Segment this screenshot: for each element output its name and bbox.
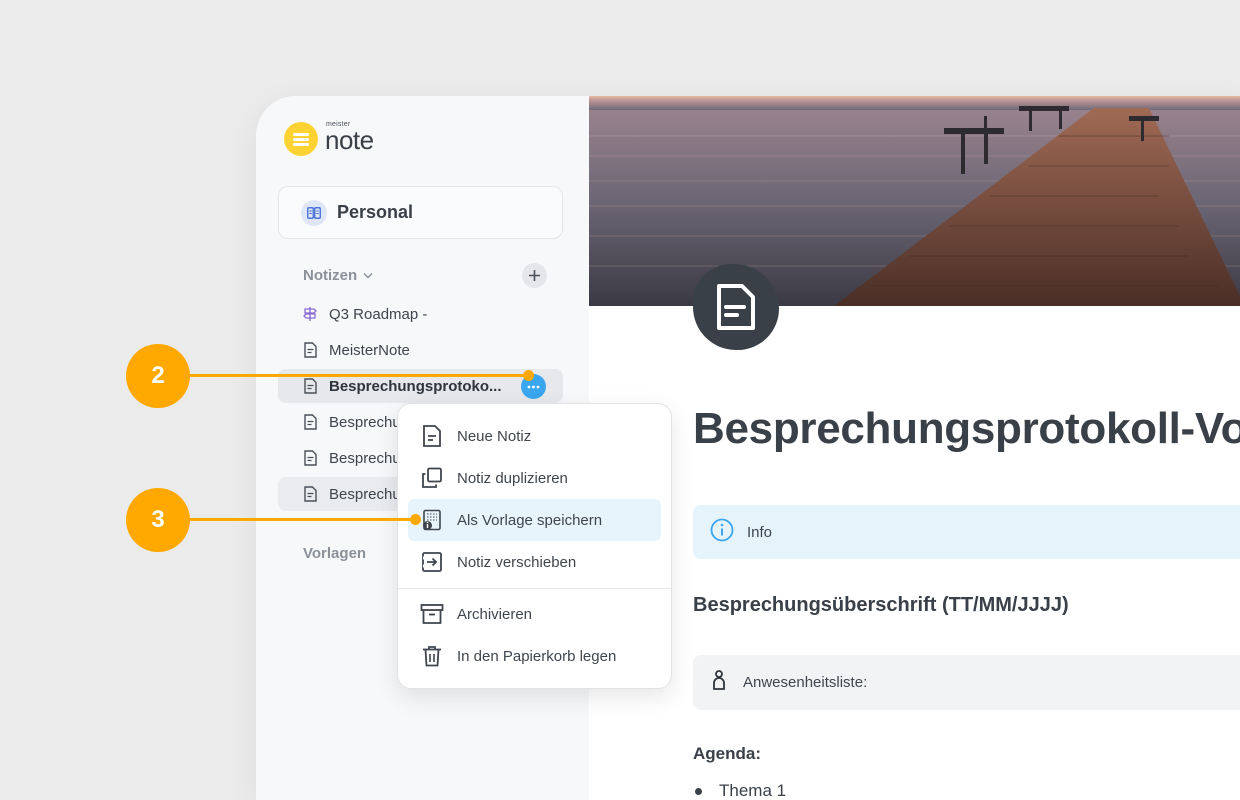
archive-icon <box>420 602 444 626</box>
pier-sunset-image <box>589 96 1240 306</box>
callout-line-2 <box>188 374 528 377</box>
sidebar-item-label: Q3 Roadmap - <box>329 305 428 323</box>
attendance-block[interactable]: Anwesenheitsliste: <box>693 655 1240 710</box>
menu-item-label: Als Vorlage speichern <box>457 511 603 529</box>
menu-item-new-note[interactable]: Neue Notiz <box>408 415 661 457</box>
chevron-down-icon <box>363 270 373 282</box>
note-icon <box>302 378 318 394</box>
callout-step-3: 3 <box>126 488 190 552</box>
book-icon <box>301 199 327 226</box>
sidebar-item-label: MeisterNote <box>329 341 410 359</box>
menu-item-move-note[interactable]: Notiz verschieben <box>408 541 661 583</box>
menu-divider <box>398 588 671 589</box>
menu-item-label: Neue Notiz <box>457 427 532 445</box>
page-icon[interactable] <box>693 264 779 350</box>
sidebar-item-label: Besprechu <box>329 485 401 503</box>
sidebar: meister note Personal Notizen Q3 Roadmap… <box>256 96 672 800</box>
menu-item-label: Notiz verschieben <box>457 553 577 571</box>
workspace-switcher[interactable]: Personal <box>278 186 563 239</box>
duplicate-icon <box>420 466 444 490</box>
document-icon <box>717 284 755 330</box>
note-icon <box>302 486 318 502</box>
callout-marker-3 <box>410 514 421 525</box>
add-note-button[interactable] <box>522 263 547 288</box>
info-icon <box>710 518 734 547</box>
notes-heading: Notizen <box>303 267 358 284</box>
menu-item-label: Notiz duplizieren <box>457 469 568 487</box>
sidebar-item-q3-roadmap[interactable]: Q3 Roadmap - <box>278 297 563 331</box>
sidebar-item-label: Besprechu <box>329 449 401 467</box>
document-title[interactable]: Besprechungsprotokoll-Vorl <box>693 404 1240 454</box>
ellipsis-icon <box>527 385 540 388</box>
cover-image[interactable] <box>589 96 1240 306</box>
menu-item-archive[interactable]: Archivieren <box>408 593 661 635</box>
note-context-menu: Neue Notiz Notiz duplizieren Als Vorlage… <box>397 403 672 689</box>
info-label: Info <box>747 523 773 541</box>
meisternote-logo[interactable]: meister note <box>284 121 374 156</box>
attendance-label: Anwesenheitsliste: <box>743 674 868 691</box>
new-note-icon <box>420 424 444 448</box>
plus-icon <box>529 270 540 281</box>
bullet <box>695 788 702 795</box>
note-icon <box>302 450 318 466</box>
menu-item-label: In den Papierkorb legen <box>457 647 617 665</box>
person-icon <box>713 670 725 695</box>
app-window: meister note Personal Notizen Q3 Roadmap… <box>256 96 1240 800</box>
meeting-heading[interactable]: Besprechungsüberschrift (TT/MM/JJJJ) <box>693 594 1069 617</box>
note-icon <box>302 342 318 358</box>
notes-section-toggle[interactable]: Notizen <box>303 267 373 284</box>
trash-icon <box>420 644 444 668</box>
logo-text: note <box>325 125 374 155</box>
save-template-icon <box>420 508 444 532</box>
logo-small-text: meister <box>326 121 351 128</box>
callout-step-2: 2 <box>126 344 190 408</box>
menu-item-save-as-template[interactable]: Als Vorlage speichern <box>408 499 661 541</box>
agenda-heading[interactable]: Agenda: <box>693 744 761 764</box>
menu-item-move-to-trash[interactable]: In den Papierkorb legen <box>408 635 661 677</box>
templates-section-heading[interactable]: Vorlagen <box>303 545 366 562</box>
agenda-list-item[interactable]: Thema 1 <box>695 781 787 800</box>
sidebar-item-label: Besprechungsprotoko... <box>329 377 502 395</box>
signpost-icon <box>302 306 318 322</box>
callout-line-3 <box>188 518 415 521</box>
sidebar-item-label: Besprechu <box>329 413 401 431</box>
workspace-label: Personal <box>337 202 414 222</box>
callout-marker-2 <box>523 370 534 381</box>
note-icon <box>302 414 318 430</box>
agenda-item-label: Thema 1 <box>719 781 787 800</box>
logo-mark-icon <box>284 122 318 156</box>
move-icon <box>420 550 444 574</box>
menu-item-label: Archivieren <box>457 605 533 623</box>
menu-item-duplicate-note[interactable]: Notiz duplizieren <box>408 457 661 499</box>
sidebar-item-meisternote[interactable]: MeisterNote <box>278 333 563 367</box>
templates-heading: Vorlagen <box>303 545 367 562</box>
note-editor: Besprechungsprotokoll-Vorl Info Besprech… <box>589 96 1240 800</box>
info-callout[interactable]: Info <box>693 505 1240 559</box>
